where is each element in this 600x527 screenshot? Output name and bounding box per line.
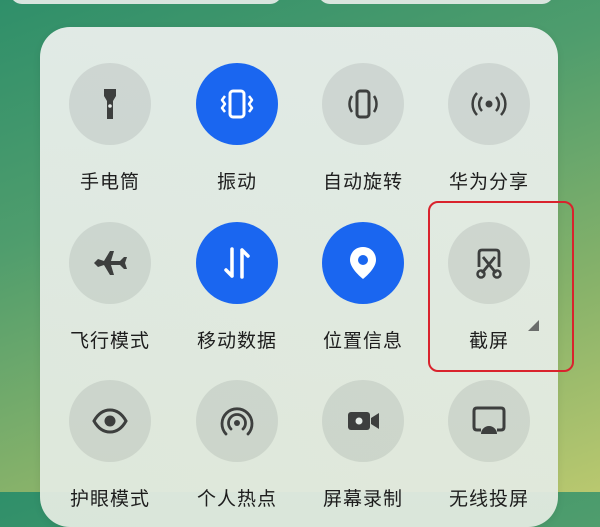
- tile-eye-comfort[interactable]: 护眼模式: [45, 380, 175, 511]
- tile-vibrate-label: 振动: [216, 171, 257, 193]
- mobile-data-icon: [224, 247, 250, 279]
- tile-hotspot[interactable]: 个人热点: [172, 380, 302, 511]
- vibrate-icon: [220, 89, 254, 119]
- tile-huawei-share-button[interactable]: [448, 63, 530, 145]
- tile-airplane-button[interactable]: [69, 222, 151, 304]
- tile-eye-comfort-label: 护眼模式: [69, 488, 150, 510]
- tile-screen-record-button[interactable]: [322, 380, 404, 462]
- tile-flashlight-label: 手电筒: [79, 171, 140, 193]
- tile-flashlight-button[interactable]: [69, 63, 151, 145]
- tile-wireless-projection[interactable]: 无线投屏: [424, 380, 554, 511]
- tile-location-label: 位置信息: [322, 330, 403, 352]
- tile-airplane-label: 飞行模式: [69, 330, 150, 352]
- tile-vibrate[interactable]: 振动: [172, 63, 302, 194]
- tile-hotspot-label: 个人热点: [196, 488, 277, 510]
- tile-huawei-share-label: 华为分享: [448, 171, 529, 193]
- tile-huawei-share[interactable]: 华为分享: [424, 63, 554, 194]
- tile-location[interactable]: 位置信息: [298, 222, 428, 353]
- tile-auto-rotate-label: 自动旋转: [322, 171, 403, 193]
- airplane-icon: [94, 251, 127, 275]
- tile-wireless-projection-label: 无线投屏: [448, 488, 529, 510]
- tile-mobile-data[interactable]: 移动数据: [172, 222, 302, 353]
- tile-hotspot-button[interactable]: [196, 380, 278, 462]
- share-broadcast-icon: [471, 92, 507, 116]
- video-camera-icon: [348, 412, 379, 430]
- tile-mobile-data-label: 移动数据: [196, 330, 277, 352]
- tile-airplane[interactable]: 飞行模式: [45, 222, 175, 353]
- eye-icon: [92, 408, 128, 434]
- auto-rotate-icon: [348, 89, 378, 119]
- cast-screen-icon: [472, 406, 506, 434]
- tile-auto-rotate-button[interactable]: [322, 63, 404, 145]
- screenshot-expand-indicator-icon[interactable]: [528, 320, 539, 331]
- tile-screen-record-label: 屏幕录制: [322, 488, 403, 510]
- tile-eye-comfort-button[interactable]: [69, 380, 151, 462]
- tile-mobile-data-button[interactable]: [196, 222, 278, 304]
- location-pin-icon: [350, 247, 376, 279]
- tile-wireless-projection-button[interactable]: [448, 380, 530, 462]
- tile-auto-rotate[interactable]: 自动旋转: [298, 63, 428, 194]
- tile-flashlight[interactable]: 手电筒: [45, 63, 175, 194]
- flashlight-icon: [104, 89, 116, 119]
- tile-screen-record[interactable]: 屏幕录制: [298, 380, 428, 511]
- top-tile-left[interactable]: [10, 0, 282, 4]
- top-tile-right[interactable]: [318, 0, 554, 4]
- tile-vibrate-button[interactable]: [196, 63, 278, 145]
- screenshot-highlight-frame: [428, 201, 574, 372]
- hotspot-icon: [220, 407, 254, 436]
- tile-location-button[interactable]: [322, 222, 404, 304]
